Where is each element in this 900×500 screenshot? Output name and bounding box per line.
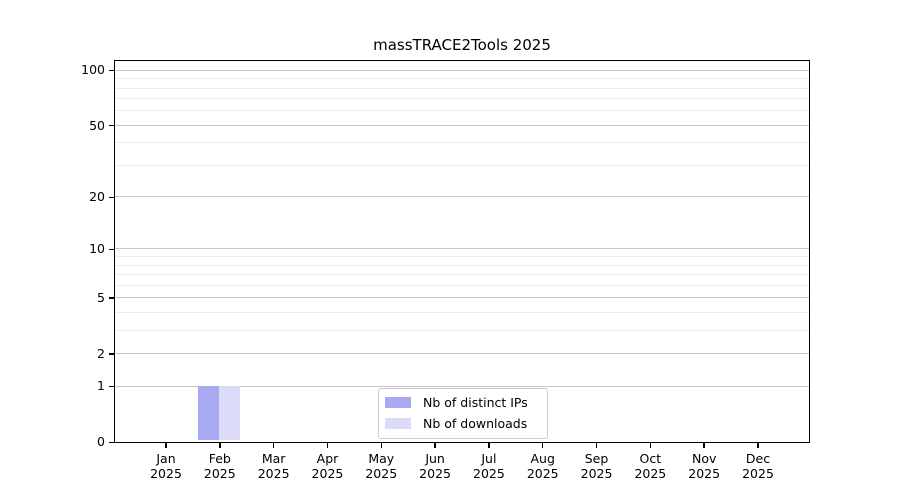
x-tick-label-month: Jul <box>461 452 517 467</box>
legend-label-distinct-ips: Nb of distinct IPs <box>423 395 528 410</box>
x-tick-label-month: Dec <box>730 452 786 467</box>
major-gridline <box>115 196 809 197</box>
x-tick <box>488 443 489 448</box>
x-tick-label-year: 2025 <box>569 467 625 482</box>
minor-gridline <box>115 274 809 275</box>
x-tick <box>219 443 220 448</box>
x-tick <box>703 443 704 448</box>
legend-item-distinct-ips: Nb of distinct IPs <box>385 394 547 411</box>
y-tick <box>109 249 114 250</box>
chart-title: massTRACE2Tools 2025 <box>114 36 810 54</box>
x-tick-label-year: 2025 <box>192 467 248 482</box>
x-tick-label-year: 2025 <box>138 467 194 482</box>
x-tick <box>327 443 328 448</box>
y-tick-label: 20 <box>65 191 105 204</box>
x-tick <box>273 443 274 448</box>
x-tick-label-month: May <box>353 452 409 467</box>
legend-swatch-distinct-ips <box>385 397 411 408</box>
y-tick <box>109 442 114 443</box>
x-tick-label-year: 2025 <box>622 467 678 482</box>
x-tick-label-year: 2025 <box>299 467 355 482</box>
x-tick-label-nov: Nov2025 <box>676 452 732 481</box>
x-tick-label-jan: Jan2025 <box>138 452 194 481</box>
legend-swatch-downloads <box>385 418 411 429</box>
minor-gridline <box>115 265 809 266</box>
x-tick-label-month: Jun <box>407 452 463 467</box>
x-tick <box>165 443 166 448</box>
minor-gridline <box>115 330 809 331</box>
x-tick-label-sep: Sep2025 <box>569 452 625 481</box>
y-tick-label: 100 <box>65 64 105 77</box>
y-tick <box>109 125 114 126</box>
x-tick <box>757 443 758 448</box>
x-tick-label-month: Jan <box>138 452 194 467</box>
x-tick-label-year: 2025 <box>676 467 732 482</box>
minor-gridline <box>115 285 809 286</box>
x-tick <box>650 443 651 448</box>
minor-gridline <box>115 312 809 313</box>
bar-feb-downloads <box>219 386 240 440</box>
major-gridline <box>115 248 809 249</box>
x-tick-label-month: Sep <box>569 452 625 467</box>
major-gridline <box>115 353 809 354</box>
y-tick <box>109 297 114 298</box>
legend: Nb of distinct IPs Nb of downloads <box>378 388 548 439</box>
x-tick <box>596 443 597 448</box>
major-gridline <box>115 297 809 298</box>
x-tick-label-jul: Jul2025 <box>461 452 517 481</box>
y-tick-label: 0 <box>65 436 105 449</box>
x-tick-label-may: May2025 <box>353 452 409 481</box>
x-tick-label-year: 2025 <box>246 467 302 482</box>
x-tick-label-aug: Aug2025 <box>515 452 571 481</box>
x-tick <box>381 443 382 448</box>
x-tick-label-year: 2025 <box>730 467 786 482</box>
x-tick-label-year: 2025 <box>353 467 409 482</box>
x-tick-label-year: 2025 <box>461 467 517 482</box>
bar-feb-distinct-ips <box>198 386 219 440</box>
y-tick-label: 5 <box>65 292 105 305</box>
y-tick-label: 10 <box>65 243 105 256</box>
x-tick-label-month: Feb <box>192 452 248 467</box>
x-tick <box>542 443 543 448</box>
legend-label-downloads: Nb of downloads <box>423 416 527 431</box>
minor-gridline <box>115 78 809 79</box>
x-tick-label-apr: Apr2025 <box>299 452 355 481</box>
minor-gridline <box>115 88 809 89</box>
x-tick-label-month: Nov <box>676 452 732 467</box>
minor-gridline <box>115 142 809 143</box>
x-tick-label-month: Mar <box>246 452 302 467</box>
y-tick <box>109 197 114 198</box>
minor-gridline <box>115 165 809 166</box>
x-tick-label-month: Aug <box>515 452 571 467</box>
x-tick-label-month: Apr <box>299 452 355 467</box>
y-tick-label: 1 <box>65 380 105 393</box>
x-tick-label-dec: Dec2025 <box>730 452 786 481</box>
y-tick <box>109 386 114 387</box>
y-tick <box>109 70 114 71</box>
y-tick <box>109 353 114 354</box>
x-tick-label-month: Oct <box>622 452 678 467</box>
x-tick-label-jun: Jun2025 <box>407 452 463 481</box>
y-tick-label: 2 <box>65 348 105 361</box>
major-gridline <box>115 70 809 71</box>
minor-gridline <box>115 98 809 99</box>
major-gridline <box>115 125 809 126</box>
y-tick-label: 50 <box>65 120 105 133</box>
x-tick-label-mar: Mar2025 <box>246 452 302 481</box>
x-tick-label-feb: Feb2025 <box>192 452 248 481</box>
figure: massTRACE2Tools 2025 Nb of distinct IPs … <box>0 0 900 500</box>
x-tick <box>434 443 435 448</box>
x-tick-label-year: 2025 <box>407 467 463 482</box>
plot-area <box>114 60 810 443</box>
minor-gridline <box>115 110 809 111</box>
minor-gridline <box>115 256 809 257</box>
legend-item-downloads: Nb of downloads <box>385 415 547 432</box>
x-tick-label-year: 2025 <box>515 467 571 482</box>
x-tick-label-oct: Oct2025 <box>622 452 678 481</box>
